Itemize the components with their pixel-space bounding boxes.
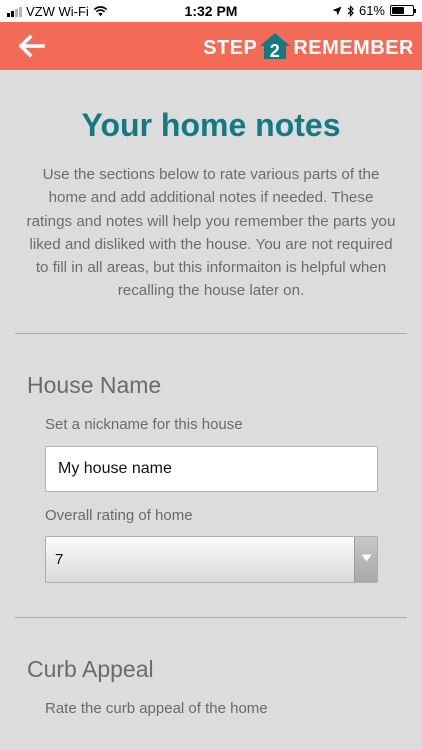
battery-fill — [392, 7, 404, 14]
nickname-label: Set a nickname for this house — [45, 415, 243, 433]
page-title: Your home notes — [81, 107, 341, 143]
logo-word-step: STEP — [203, 37, 258, 59]
overall-rating-label: Overall rating of home — [45, 506, 193, 524]
section-divider — [15, 332, 407, 334]
status-bar-right: 61% — [332, 3, 416, 18]
overall-rating-value: 7 — [55, 550, 64, 568]
location-arrow-icon — [332, 6, 342, 15]
back-arrow-icon — [18, 34, 45, 58]
logo-word-remember: REMEMBER — [293, 37, 414, 59]
overall-rating-select[interactable]: 7 — [45, 535, 378, 583]
battery-percent: 61% — [358, 3, 385, 18]
section-divider — [15, 616, 407, 618]
house-logo-icon: 2 — [260, 32, 291, 60]
chevron-down-icon — [361, 554, 372, 562]
logo-number: 2 — [270, 41, 281, 60]
intro-text: Use the sections below to rate various p… — [26, 166, 396, 300]
app-header: STEP 2 REMEMBER — [0, 22, 422, 70]
back-button[interactable] — [18, 34, 46, 58]
section-title-house-name: House Name — [27, 371, 162, 398]
curb-appeal-label: Rate the curb appeal of the home — [45, 699, 268, 717]
status-bar: VZW Wi-Fi 1:32 PM 61% — [0, 0, 422, 22]
section-title-curb-appeal: Curb Appeal — [27, 655, 154, 682]
main-content: Your home notes Use the sections below t… — [0, 70, 422, 717]
app-logo: STEP 2 REMEMBER — [203, 32, 414, 60]
bluetooth-icon — [347, 4, 354, 17]
house-nickname-input[interactable] — [45, 445, 378, 492]
battery-icon — [390, 5, 416, 16]
dropdown-arrow-button[interactable] — [354, 536, 377, 582]
